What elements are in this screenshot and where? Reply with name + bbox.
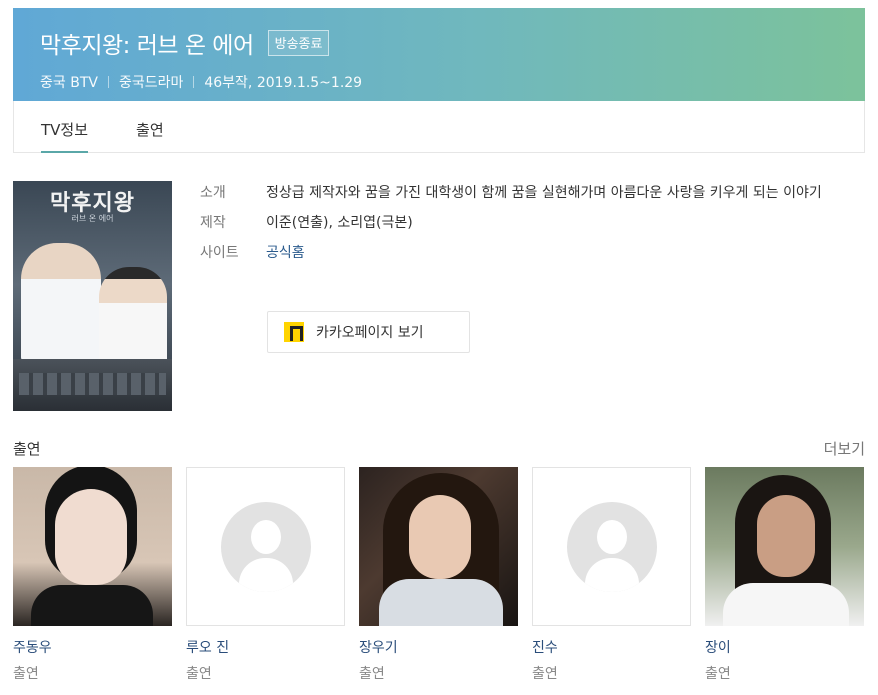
kakao-page-label: 카카오페이지 보기 bbox=[316, 325, 424, 341]
cast-item[interactable]: 주동우 출연 bbox=[13, 467, 172, 684]
poster-console bbox=[13, 359, 172, 411]
cast-photo[interactable] bbox=[359, 467, 518, 626]
portrait-face bbox=[409, 495, 471, 579]
meta-genre: 중국드라마 bbox=[118, 75, 184, 91]
person-placeholder-icon bbox=[221, 502, 311, 592]
cast-role: 출연 bbox=[532, 666, 558, 682]
cast-list: 주동우 출연 루오 진 출연 장우기 출연 진수 출연 장이 출연 bbox=[13, 467, 864, 684]
synopsis-label: 소개 bbox=[200, 185, 226, 201]
cast-name[interactable]: 장우기 bbox=[359, 638, 518, 658]
cast-name[interactable]: 장이 bbox=[705, 638, 864, 658]
kakao-page-button[interactable]: 카카오페이지 보기 bbox=[267, 311, 470, 353]
portrait-face bbox=[757, 495, 815, 577]
cast-role: 출연 bbox=[359, 666, 385, 682]
portrait-body bbox=[31, 585, 153, 626]
meta-channel: 중국 BTV bbox=[40, 75, 98, 91]
poster-figure-woman bbox=[99, 267, 167, 367]
cast-heading: 출연 bbox=[13, 440, 41, 458]
tab-tv-info[interactable]: TV정보 bbox=[41, 101, 89, 153]
synopsis-text: 정상급 제작자와 꿈을 가진 대학생이 함께 꿈을 실현해가며 아름다운 사랑을… bbox=[266, 185, 822, 201]
info-production-row: 제작 이준(연출), 소리엽(극본) bbox=[200, 210, 840, 236]
meta-divider bbox=[193, 76, 195, 88]
status-badge: 방송종료 bbox=[267, 30, 330, 56]
info-synopsis-row: 소개 정상급 제작자와 꿈을 가진 대학생이 함께 꿈을 실현해가며 아름다운 … bbox=[200, 180, 840, 206]
program-meta: 중국 BTV 중국드라마 46부작, 2019.1.5~1.29 bbox=[40, 72, 865, 92]
program-poster[interactable]: 막후지왕 러브 온 에어 bbox=[13, 181, 172, 411]
cast-photo-placeholder[interactable] bbox=[186, 467, 345, 626]
program-header: 막후지왕: 러브 온 에어 방송종료 중국 BTV 중국드라마 46부작, 20… bbox=[13, 8, 865, 101]
site-label: 사이트 bbox=[200, 245, 239, 261]
meta-divider bbox=[107, 76, 109, 88]
program-info: 소개 정상급 제작자와 꿈을 가진 대학생이 함께 꿈을 실현해가며 아름다운 … bbox=[200, 180, 840, 353]
production-label: 제작 bbox=[200, 215, 226, 231]
poster-subtitle: 러브 온 에어 bbox=[71, 214, 114, 223]
portrait-body bbox=[723, 583, 849, 626]
production-text: 이준(연출), 소리엽(극본) bbox=[266, 215, 413, 231]
title-row: 막후지왕: 러브 온 에어 방송종료 bbox=[40, 26, 865, 60]
poster-figure-man bbox=[21, 243, 101, 363]
cast-name[interactable]: 진수 bbox=[532, 638, 691, 658]
cast-photo[interactable] bbox=[705, 467, 864, 626]
portrait-face bbox=[55, 489, 127, 585]
cast-role: 출연 bbox=[705, 666, 731, 682]
cast-name[interactable]: 루오 진 bbox=[186, 638, 345, 658]
cast-item[interactable]: 루오 진 출연 bbox=[186, 467, 345, 684]
cast-item[interactable]: 진수 출연 bbox=[532, 467, 691, 684]
tab-cast[interactable]: 출연 bbox=[136, 101, 164, 152]
cast-item[interactable]: 장이 출연 bbox=[705, 467, 864, 684]
official-site-link[interactable]: 공식홈 bbox=[266, 240, 826, 266]
cast-role: 출연 bbox=[13, 666, 39, 682]
portrait-body bbox=[379, 579, 503, 626]
program-title[interactable]: 막후지왕: 러브 온 에어 bbox=[40, 26, 254, 60]
info-site-row: 사이트 공식홈 bbox=[200, 240, 840, 266]
cast-more-link[interactable]: 더보기 bbox=[824, 438, 865, 459]
cast-photo[interactable] bbox=[13, 467, 172, 626]
cast-name[interactable]: 주동우 bbox=[13, 638, 172, 658]
cast-role: 출연 bbox=[186, 666, 212, 682]
cast-item[interactable]: 장우기 출연 bbox=[359, 467, 518, 684]
meta-episodes: 46부작, 2019.1.5~1.29 bbox=[204, 75, 363, 91]
tab-bar: TV정보 출연 bbox=[13, 101, 865, 153]
kakao-page-icon bbox=[284, 322, 304, 342]
cast-photo-placeholder[interactable] bbox=[532, 467, 691, 626]
person-placeholder-icon bbox=[567, 502, 657, 592]
